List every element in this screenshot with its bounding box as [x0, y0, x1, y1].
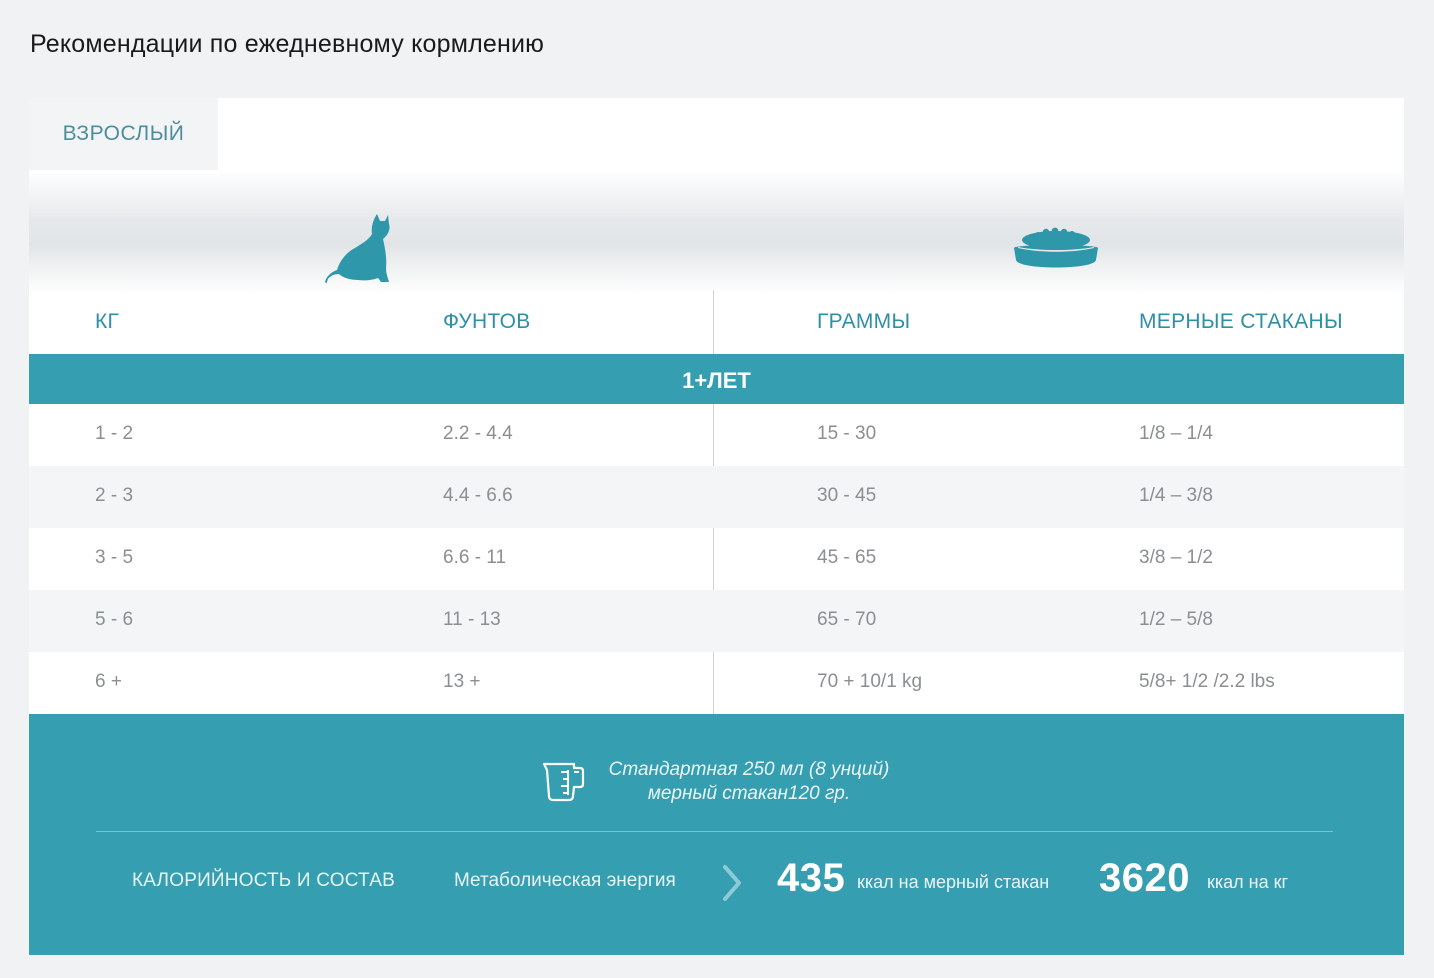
icon-band [29, 170, 1404, 294]
cell-grams: 70 + 10/1 kg [817, 671, 923, 692]
cell-cups: 5/8+ 1/2 /2.2 lbs [1139, 671, 1275, 692]
energy-label: Метаболическая энергия [454, 870, 676, 891]
table-header: КГ ФУНТОВ ГРАММЫ МЕРНЫЕ СТАКАНЫ [29, 294, 1404, 354]
cell-lbs: 4.4 - 6.6 [443, 485, 513, 506]
header-cups: МЕРНЫЕ СТАКАНЫ [1139, 310, 1343, 333]
cell-cups: 3/8 – 1/2 [1139, 547, 1213, 568]
header-grams: ГРАММЫ [817, 310, 911, 333]
cup-note-line1: Стандартная 250 мл (8 унций) [608, 759, 890, 780]
food-bowl-icon [1014, 227, 1098, 268]
tab-adult[interactable]: ВЗРОСЛЫЙ [29, 98, 218, 170]
kcal-per-kg-unit: ккал на кг [1207, 872, 1289, 892]
header-lbs: ФУНТОВ [443, 310, 531, 333]
cell-grams: 65 - 70 [817, 609, 877, 630]
cell-grams: 15 - 30 [817, 423, 877, 444]
cell-cups: 1/2 – 5/8 [1139, 609, 1213, 630]
calorie-footer: Стандартная 250 мл (8 унций) мерный стак… [29, 714, 1404, 955]
feeding-card: ВЗРОСЛЫЙ КГ ФУНТОВ ГРАММЫ МЕРНЫЕ СТАКАНЫ… [29, 98, 1404, 955]
cell-lbs: 6.6 - 11 [443, 547, 507, 568]
cup-note-line2: мерный стакан120 гр. [647, 783, 851, 804]
cell-cups: 1/4 – 3/8 [1139, 485, 1213, 506]
calorie-label: КАЛОРИЙНОСТЬ И СОСТАВ [132, 870, 395, 891]
cell-kg: 5 - 6 [95, 609, 134, 630]
table-row: 3 - 5 6.6 - 11 45 - 65 3/8 – 1/2 [29, 528, 1404, 590]
chevron-right-icon [723, 865, 741, 901]
cell-kg: 2 - 3 [95, 485, 134, 506]
cell-kg: 3 - 5 [95, 547, 134, 568]
cell-cups: 1/8 – 1/4 [1139, 423, 1213, 444]
table-row: 1 - 2 2.2 - 4.4 15 - 30 1/8 – 1/4 [29, 404, 1404, 466]
page-title: Рекомендации по ежедневному кормлению [30, 30, 545, 58]
kcal-per-kg-value: 3620 [1099, 856, 1190, 900]
cell-kg: 1 - 2 [95, 423, 134, 444]
cell-lbs: 2.2 - 4.4 [443, 423, 513, 444]
table-row: 5 - 6 11 - 13 65 - 70 1/2 – 5/8 [29, 590, 1404, 652]
measuring-cup-icon [542, 762, 585, 802]
cell-lbs: 11 - 13 [443, 609, 501, 630]
kcal-per-cup-unit: ккал на мерный стакан [857, 872, 1050, 892]
table-row: 2 - 3 4.4 - 6.6 30 - 45 1/4 – 3/8 [29, 466, 1404, 528]
cell-lbs: 13 + [443, 671, 481, 692]
table-body: 1 - 2 2.2 - 4.4 15 - 30 1/8 – 1/4 2 - 3 … [29, 404, 1404, 714]
cup-note: Стандартная 250 мл (8 унций) мерный стак… [599, 758, 899, 806]
table-row: 6 + 13 + 70 + 10/1 kg 5/8+ 1/2 /2.2 lbs [29, 652, 1404, 714]
tab-bar: ВЗРОСЛЫЙ [29, 98, 1404, 170]
cat-icon [325, 214, 390, 284]
cell-kg: 6 + [95, 671, 122, 692]
age-group-band: 1+ЛЕТ [29, 354, 1404, 404]
footer-divider [96, 831, 1333, 832]
cell-grams: 45 - 65 [817, 547, 877, 568]
kcal-per-cup-value: 435 [777, 856, 846, 900]
cell-grams: 30 - 45 [817, 485, 877, 506]
header-kg: КГ [95, 310, 120, 333]
